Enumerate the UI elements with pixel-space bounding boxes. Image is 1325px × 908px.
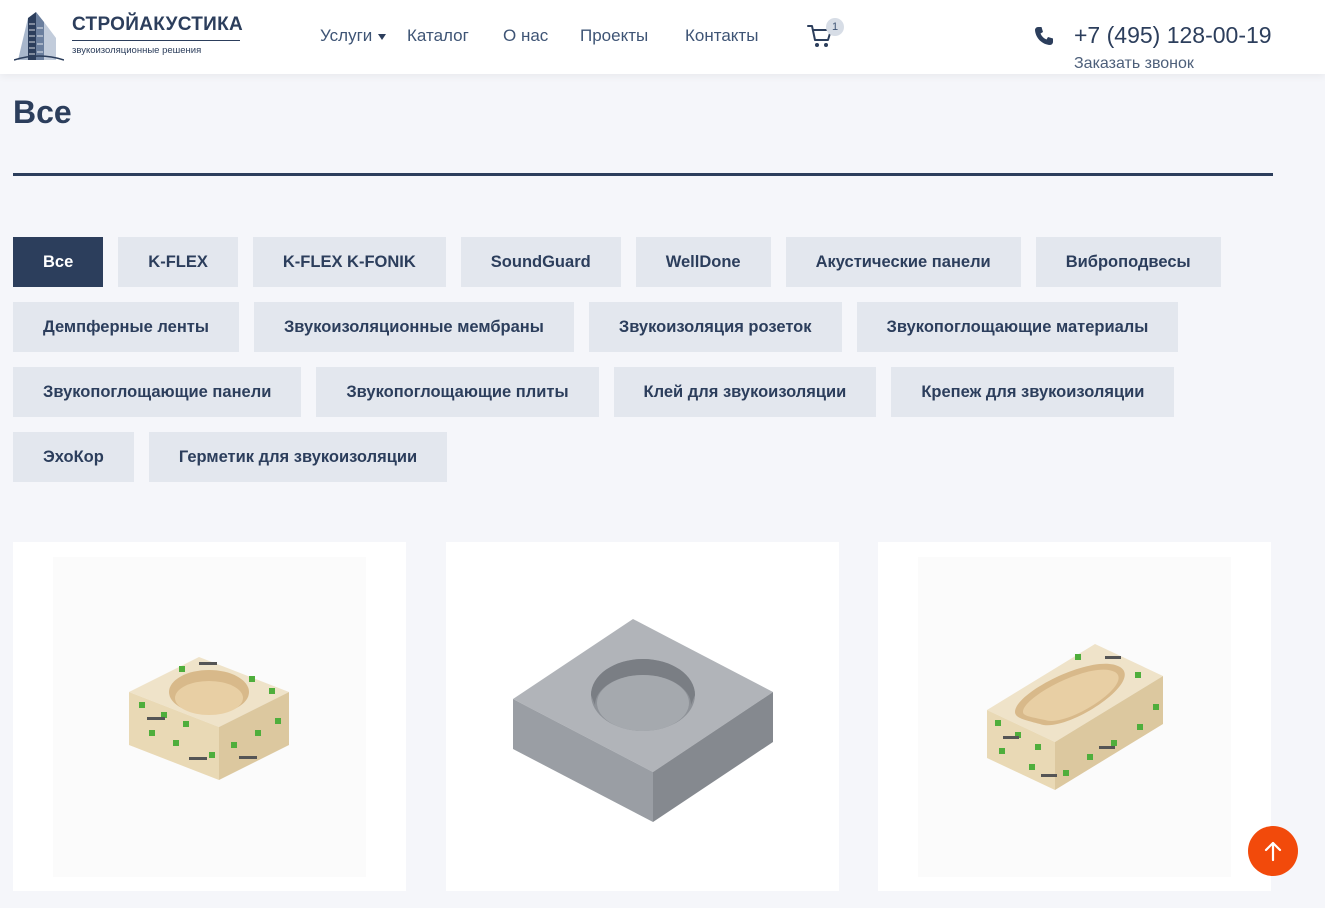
filter-chip[interactable]: Звукопоглощающие плиты — [316, 367, 599, 417]
filter-chip[interactable]: K-FLEX K-FONIK — [252, 237, 446, 287]
filter-chip[interactable]: Акустические панели — [785, 237, 1021, 287]
product-card[interactable] — [878, 542, 1271, 891]
filter-chip[interactable]: Звукоизоляция розеток — [588, 302, 842, 352]
title-divider — [13, 173, 1273, 176]
logo-title: СТРОЙАКУСТИКА — [72, 14, 244, 35]
filter-row: Все K-FLEX K-FLEX K-FONIK SoundGuard WellDon… — [13, 237, 1283, 287]
callback-link[interactable]: Заказать звонок — [1074, 55, 1194, 73]
product-card[interactable] — [13, 542, 406, 891]
arrow-up-icon — [1264, 841, 1282, 862]
cart-count-badge: 1 — [826, 18, 844, 36]
filter-chip[interactable]: Все — [13, 237, 104, 287]
filter-chip[interactable]: Клей для звукоизоляции — [613, 367, 877, 417]
filter-chip[interactable]: ЭхоКор — [13, 432, 134, 482]
product-image — [918, 557, 1231, 877]
building-logo-icon — [14, 12, 64, 61]
nav-projects[interactable]: Проекты — [580, 26, 648, 46]
product-image — [53, 557, 366, 877]
logo-subtitle: звукоизоляционные решения — [72, 45, 202, 56]
filter-chip[interactable]: Звукопоглощающие панели — [13, 367, 302, 417]
scroll-top-button[interactable] — [1248, 826, 1298, 876]
filter-row: Звукопоглощающие панели Звукопоглощающие … — [13, 367, 1283, 417]
filter-chip[interactable]: Звукоизоляционные мембраны — [253, 302, 574, 352]
main-nav: Услуги Каталог О нас Проекты Контакты — [320, 24, 758, 48]
filter-chip[interactable]: SoundGuard — [460, 237, 621, 287]
filter-chip[interactable]: Герметик для звукоизоляции — [148, 432, 448, 482]
filter-chip[interactable]: K-FLEX — [118, 237, 238, 287]
nav-services[interactable]: Услуги — [320, 26, 387, 46]
nav-contacts[interactable]: Контакты — [685, 26, 758, 46]
filter-chip[interactable]: Демпферные ленты — [13, 302, 239, 352]
nav-services-label: Услуги — [320, 26, 373, 45]
site-header: СТРОЙАКУСТИКА звукоизоляционные решения … — [0, 0, 1325, 74]
nav-catalog[interactable]: Каталог — [407, 26, 469, 46]
nav-about[interactable]: О нас — [503, 26, 548, 46]
filter-row: ЭхоКор Герметик для звукоизоляции — [13, 432, 1283, 482]
logo[interactable]: СТРОЙАКУСТИКА звукоизоляционные решения — [14, 8, 244, 64]
cart-button[interactable]: 1 — [806, 18, 846, 52]
filter-chip[interactable]: Звукопоглощающие материалы — [856, 302, 1179, 352]
phone-number[interactable]: +7 (495) 128-00-19 — [1074, 22, 1272, 49]
product-card[interactable] — [446, 542, 839, 891]
category-filters: Все K-FLEX K-FLEX K-FONIK SoundGuard WellDon… — [13, 237, 1283, 497]
product-image — [513, 619, 773, 822]
page-title: Все — [13, 94, 72, 130]
phone-icon — [1035, 27, 1053, 45]
filter-chip[interactable]: WellDone — [635, 237, 771, 287]
filter-chip[interactable]: Виброподвесы — [1035, 237, 1221, 287]
filter-chip[interactable]: Крепеж для звукоизоляции — [891, 367, 1175, 417]
filter-row: Демпферные ленты Звукоизоляционные мембра… — [13, 302, 1283, 352]
chevron-down-icon — [378, 33, 387, 40]
logo-divider — [72, 40, 240, 41]
